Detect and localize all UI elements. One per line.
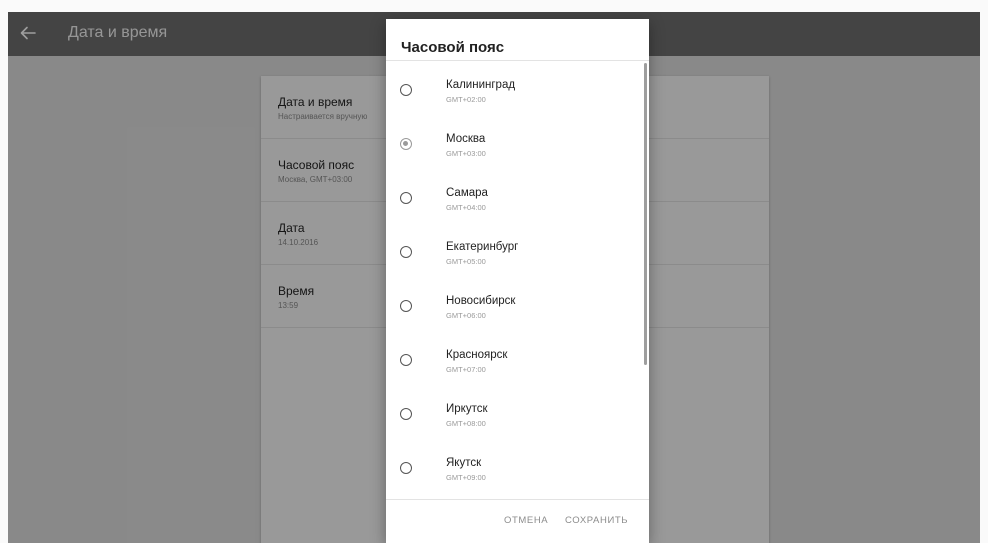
timezone-list: Калининград GMT+02:00 Москва GMT+03:00 С… <box>386 61 649 499</box>
cancel-button[interactable]: ОТМЕНА <box>504 515 548 526</box>
timezone-offset: GMT+03:00 <box>446 149 486 158</box>
radio-button-checked[interactable] <box>400 138 412 150</box>
timezone-name: Калининград <box>446 79 516 91</box>
timezone-option[interactable]: Иркутск GMT+08:00 <box>386 389 649 443</box>
radio-button[interactable] <box>400 192 412 204</box>
timezone-dialog: Часовой пояс Калининград GMT+02:00 Москв… <box>386 19 649 543</box>
screen: Дата и время Дата и время Настраивается … <box>8 12 980 543</box>
divider <box>386 499 649 500</box>
timezone-offset: GMT+04:00 <box>446 203 486 212</box>
save-button[interactable]: СОХРАНИТЬ <box>565 515 628 526</box>
radio-button[interactable] <box>400 246 412 258</box>
timezone-offset: GMT+05:00 <box>446 257 486 266</box>
timezone-option[interactable]: Красноярск GMT+07:00 <box>386 335 649 389</box>
timezone-option[interactable]: Москва GMT+03:00 <box>386 119 649 173</box>
timezone-option[interactable]: Якутск GMT+09:00 <box>386 443 649 497</box>
timezone-name: Новосибирск <box>446 295 516 307</box>
timezone-offset: GMT+08:00 <box>446 419 486 428</box>
radio-button[interactable] <box>400 84 412 96</box>
timezone-option[interactable]: Новосибирск GMT+06:00 <box>386 281 649 335</box>
timezone-name: Красноярск <box>446 349 508 361</box>
timezone-name: Иркутск <box>446 403 488 415</box>
timezone-offset: GMT+06:00 <box>446 311 486 320</box>
timezone-option[interactable]: Екатеринбург GMT+05:00 <box>386 227 649 281</box>
radio-button[interactable] <box>400 354 412 366</box>
timezone-offset: GMT+07:00 <box>446 365 486 374</box>
timezone-name: Москва <box>446 133 486 145</box>
timezone-option[interactable]: Калининград GMT+02:00 <box>386 65 649 119</box>
dialog-title: Часовой пояс <box>401 39 505 56</box>
timezone-offset: GMT+02:00 <box>446 95 486 104</box>
timezone-name: Якутск <box>446 457 482 469</box>
timezone-name: Екатеринбург <box>446 241 519 253</box>
radio-button[interactable] <box>400 462 412 474</box>
timezone-option[interactable]: Самара GMT+04:00 <box>386 173 649 227</box>
timezone-offset: GMT+09:00 <box>446 473 486 482</box>
list-scrollbar[interactable] <box>644 63 647 365</box>
radio-button[interactable] <box>400 300 412 312</box>
radio-button[interactable] <box>400 408 412 420</box>
timezone-name: Самара <box>446 187 488 199</box>
